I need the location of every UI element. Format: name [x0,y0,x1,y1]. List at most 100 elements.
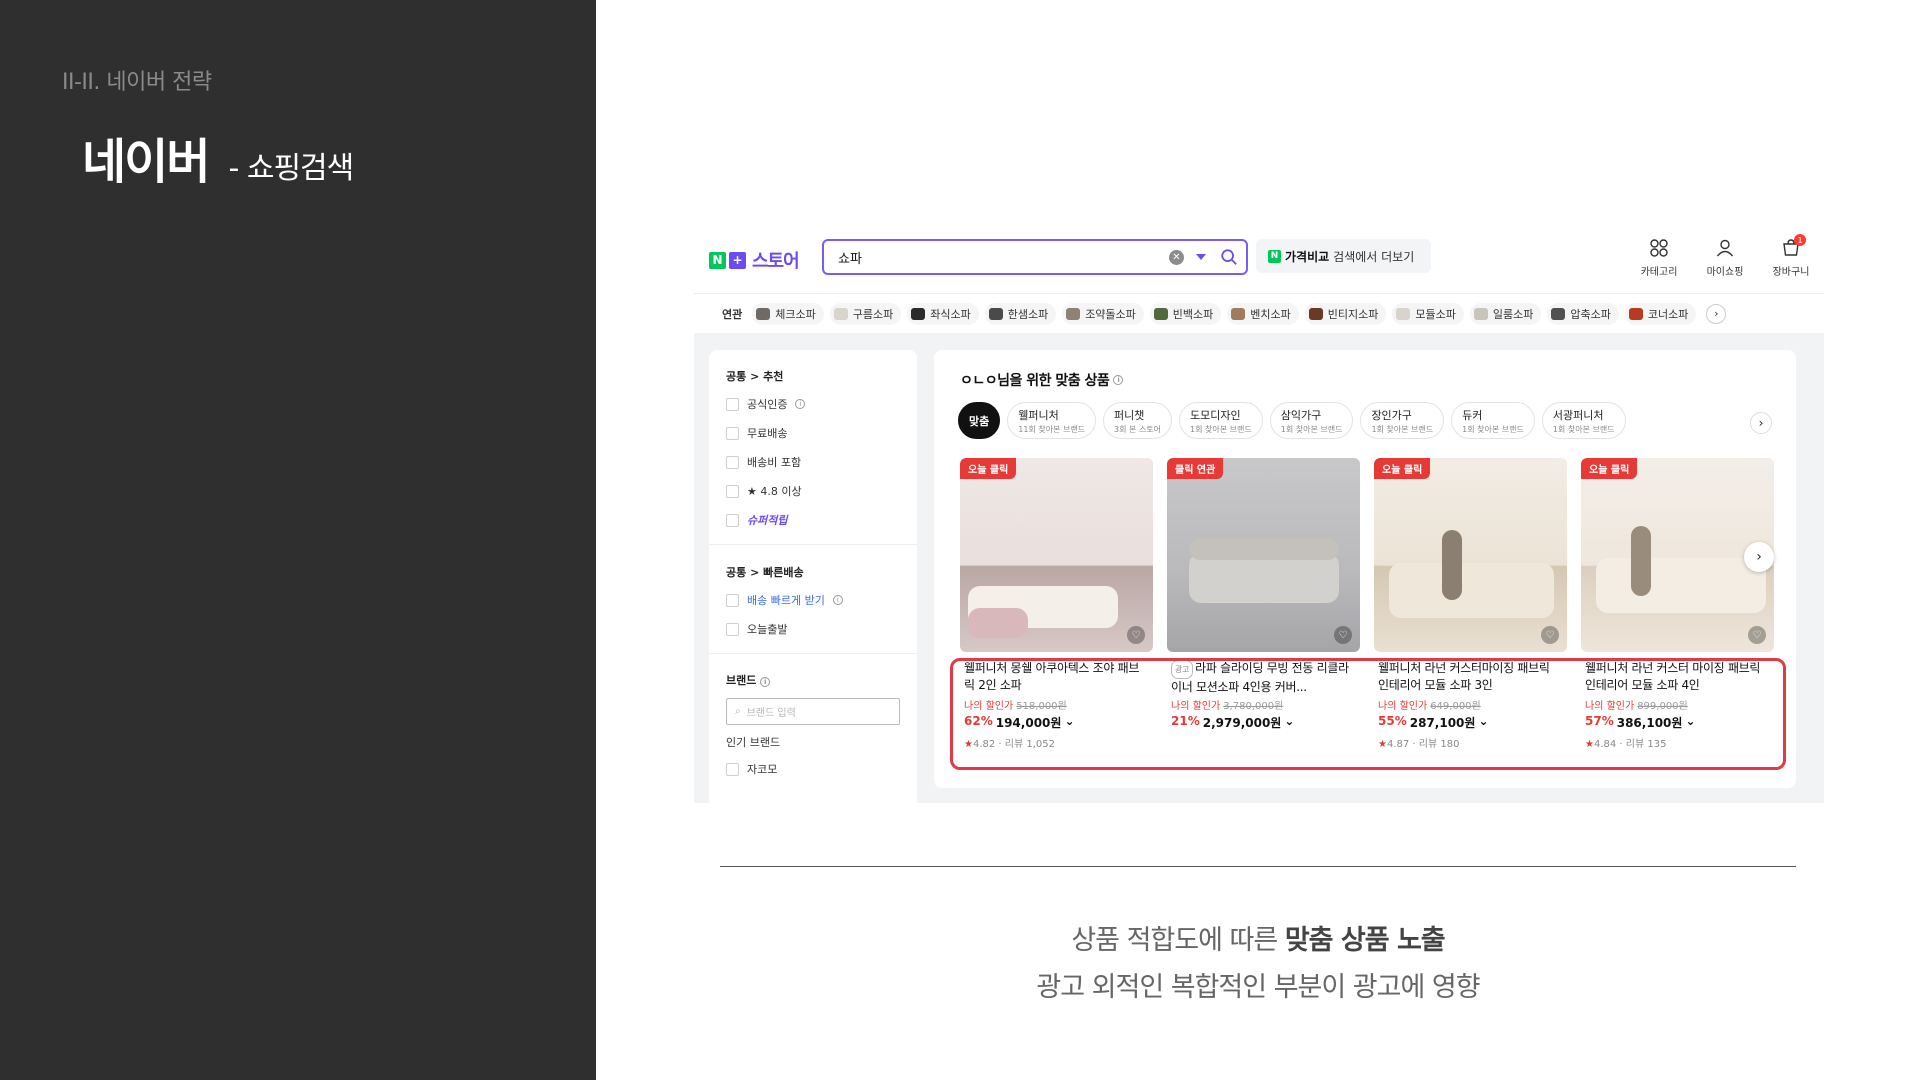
filter-official[interactable]: 공식인증 i [726,396,806,412]
sofa-shape [968,608,1028,638]
search-value[interactable]: 쇼파 [838,248,1169,267]
filter-shipping-included[interactable]: 배송비 포함 [726,454,801,470]
brand-tab[interactable]: 퍼니챗 3회 본 스토어 [1103,402,1173,439]
status-badge: 오늘 클릭 [1581,458,1638,479]
price-compare-button[interactable]: N 가격비교 검색에서 더보기 [1256,239,1431,273]
brand-search-input[interactable]: ⌕ 브랜드 입력 [726,698,900,725]
tab-sub: 1회 찾아본 브랜드 [1552,424,1615,434]
related-chip[interactable]: 빈티지소파 [1304,302,1387,325]
related-chip[interactable]: 좌식소파 [907,302,979,325]
checkbox[interactable] [726,513,739,527]
search-icon[interactable] [1220,248,1238,266]
sofa-shape [1389,563,1554,618]
chip-thumbnail [988,307,1003,320]
related-chip[interactable]: 일룸소파 [1469,302,1542,325]
info-icon[interactable]: i [760,677,771,687]
checkbox[interactable] [726,622,739,636]
heart-icon[interactable]: ♡ [1748,626,1766,644]
heart-icon[interactable]: ♡ [1541,626,1559,644]
product-image[interactable]: 오늘 클릭 ♡ [1374,458,1567,652]
tab-sub: 1회 찾아본 브랜드 [1190,424,1252,434]
related-chip[interactable]: 조약돌소파 [1062,302,1144,325]
related-chip[interactable]: 압축소파 [1547,302,1619,325]
tab-sub: 1회 찾아본 브랜드 [1462,424,1524,434]
tab-custom[interactable]: 맞춤 [958,402,1001,439]
related-chip[interactable]: 모듈소파 [1392,302,1464,325]
chip-label: 한샘소파 [1007,307,1049,321]
tab-sub: 1회 찾아본 브랜드 [1280,424,1343,434]
store-logo[interactable]: N + 스토어 [709,247,800,273]
related-chip[interactable]: 체크소파 [752,302,824,325]
related-chip[interactable]: 벤치소파 [1227,302,1299,325]
tab-name: 장인가구 [1371,408,1412,422]
cart-button[interactable]: 1 장바구니 [1768,234,1814,278]
chevron-down-icon[interactable] [1196,254,1206,260]
chip-label: 벤치소파 [1250,307,1291,321]
product-image[interactable]: 오늘 클릭 ♡ [960,458,1153,652]
checkbox[interactable] [726,593,739,607]
status-badge: 클릭 연관 [1167,458,1224,479]
heart-icon[interactable]: ♡ [1334,626,1352,644]
product-image[interactable]: 클릭 연관 ♡ [1167,458,1360,652]
chip-thumbnail [1628,307,1643,320]
chevron-right-icon[interactable]: › [1750,412,1772,434]
related-chip[interactable]: 빈백소파 [1149,302,1222,325]
checkbox[interactable] [726,762,739,776]
chip-thumbnail [911,307,926,320]
filter-free-shipping[interactable]: 무료배송 [726,425,787,441]
filter-rating[interactable]: ★ 4.8 이상 [726,483,802,499]
person-shape [1631,526,1651,596]
related-chip[interactable]: 코너소파 [1624,302,1697,325]
filter-section-brand: 브랜드 i [726,672,771,688]
related-chip[interactable]: 한샘소파 [984,302,1057,325]
category-button[interactable]: 카테고리 [1636,238,1682,278]
heart-icon[interactable]: ♡ [1127,626,1145,644]
checkbox[interactable] [726,455,739,469]
recommend-title: ㅇㄴㅇ님을 위한 맞춤 상품 i [960,370,1124,390]
chip-thumbnail [1473,307,1488,320]
filter-brand-item[interactable]: 자코모 [726,761,777,777]
brand-tab[interactable]: 장인가구 1회 찾아본 브랜드 [1360,402,1445,439]
info-icon[interactable]: i [1113,375,1124,385]
chip-thumbnail [1066,307,1081,320]
tab-name: 듀커 [1462,408,1483,422]
brand-tab[interactable]: 서광퍼니처 1회 찾아본 브랜드 [1541,402,1626,439]
related-chip[interactable]: 구름소파 [829,302,902,325]
filter-super-points[interactable]: 슈퍼적립 [726,512,787,528]
filter-today-ship[interactable]: 오늘출발 [726,621,787,637]
chip-label: 빈티지소파 [1327,307,1379,321]
brand-title: 브랜드 [726,674,757,687]
chevron-right-icon[interactable]: › [1744,542,1774,572]
chip-label: 좌식소파 [930,307,971,321]
sofa-shape [1596,558,1766,613]
filter-fast-delivery[interactable]: 배송 빠르게 받기 i [726,592,843,608]
filter-label: 배송비 포함 [747,456,802,469]
my-shopping-button[interactable]: 마이쇼핑 [1702,238,1748,278]
brand-tab[interactable]: 듀커 1회 찾아본 브랜드 [1451,402,1535,439]
tab-name: 퍼니챗 [1114,408,1145,422]
chip-label: 체크소파 [775,307,816,321]
search-input[interactable]: 쇼파 ✕ [822,239,1248,275]
category-label: 카테고리 [1640,267,1678,278]
title-row: 네이버 - 쇼핑검색 [82,122,354,192]
clear-icon[interactable]: ✕ [1169,249,1184,265]
brand-tab[interactable]: 웰퍼니처 11회 찾아본 브랜드 [1007,402,1097,439]
info-icon[interactable]: i [795,399,806,409]
chip-thumbnail [1396,307,1411,320]
brand-tab[interactable]: 삼익가구 1회 찾아본 브랜드 [1269,402,1354,439]
checkbox[interactable] [726,397,739,411]
filter-label: 인기 브랜드 [726,736,781,749]
checkbox[interactable] [726,426,739,440]
filter-label: 공식인증 [747,398,788,411]
brand-tab[interactable]: 도모디자인 1회 찾아본 브랜드 [1179,402,1263,439]
chip-thumbnail [833,307,848,320]
brand-placeholder: 브랜드 입력 [746,708,796,719]
filter-sidebar: 공통 > 추천 공식인증 i 무료배송 배송비 포함 ★ 4.8 이상 슈퍼적립 … [709,350,917,803]
caption-line-1: 상품 적합도에 따른 맞춤 상품 노출 [0,918,1920,957]
checkbox[interactable] [726,484,739,498]
info-icon[interactable]: i [832,595,843,605]
chevron-right-icon[interactable]: › [1706,303,1727,324]
chip-label: 압축소파 [1570,307,1611,321]
divider [709,544,917,545]
divider [720,866,1796,867]
